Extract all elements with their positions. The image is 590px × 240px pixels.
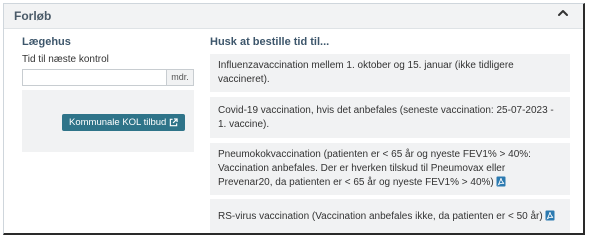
months-addon: mdr. — [166, 69, 194, 86]
reminder-card-rsvirus: RS-virus vaccination (Vaccination anbefa… — [210, 199, 570, 233]
reminder-text: Covid-19 vaccination, hvis det anbefales… — [218, 104, 554, 130]
laegehus-title: Lægehus — [22, 36, 71, 48]
pdf-icon[interactable] — [545, 210, 555, 221]
pdf-icon[interactable] — [496, 176, 506, 187]
reminder-card-pneumokok: Pneumokokvaccination (patienten er < 65 … — [210, 143, 570, 195]
laegehus-section: Lægehus Tid til næste kontrol mdr. — [22, 36, 194, 86]
next-control-input-group: mdr. — [22, 69, 194, 86]
reminder-card-covid: Covid-19 vaccination, hvis det anbefales… — [210, 97, 570, 138]
forloeb-panel: Forløb Lægehus Tid til næste kontrol mdr… — [3, 3, 585, 235]
husk-title: Husk at bestille tid til... — [210, 36, 330, 48]
panel-header[interactable]: Forløb — [4, 4, 583, 29]
kol-box: Kommunale KOL tilbud — [22, 90, 194, 152]
chevron-up-icon[interactable] — [557, 7, 569, 19]
next-control-label: Tid til næste kontrol — [22, 54, 109, 65]
panel-title: Forløb — [14, 9, 52, 23]
reminder-text: Pneumokokvaccination (patienten er < 65 … — [218, 149, 531, 188]
external-link-icon — [170, 118, 179, 127]
husk-section: Husk at bestille tid til... — [210, 36, 570, 48]
kommunale-kol-button[interactable]: Kommunale KOL tilbud — [62, 114, 186, 131]
reminder-text: Influenzavaccination mellem 1. oktober o… — [218, 60, 514, 85]
kol-button-label: Kommunale KOL tilbud — [69, 117, 167, 128]
reminder-card-influenza: Influenzavaccination mellem 1. oktober o… — [210, 54, 570, 92]
next-control-input[interactable] — [22, 69, 166, 86]
reminder-text: RS-virus vaccination (Vaccination anbefa… — [218, 211, 543, 222]
